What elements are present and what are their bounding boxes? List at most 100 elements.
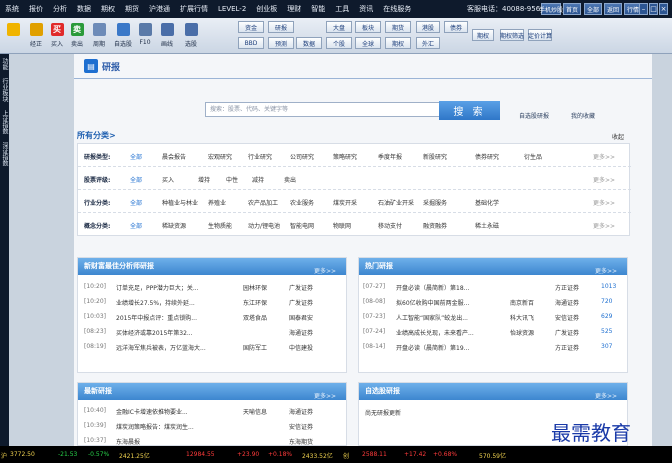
category-option[interactable]: 增持 [198,175,210,184]
category-option[interactable]: 基础化学 [475,198,499,207]
category-option[interactable]: 买入 [162,175,174,184]
category-option[interactable]: 新股研究 [423,152,447,161]
category-option[interactable]: 中性 [226,175,238,184]
maximize-icon[interactable]: □ [649,3,658,15]
toolbar-group-button[interactable]: 资金 [238,21,264,33]
category-option[interactable]: 全部 [130,198,142,207]
more-link[interactable]: 更多>> [595,263,617,280]
menu-item[interactable]: 智能 [306,4,330,14]
table-row[interactable]: [08-08] 拟60亿收购中国前两金服... 南京新百 海通证券 720 [359,296,627,308]
category-option[interactable]: 稀土永磁 [475,221,499,230]
top-button[interactable]: 返回 [604,3,622,15]
category-option[interactable]: 石油矿业开采 [378,198,414,207]
side-tab[interactable]: 功能 [0,58,9,70]
link-watchlist-reports[interactable]: 自选股研报 [519,111,549,120]
menu-item[interactable]: 创业板 [251,4,282,14]
toolbar-group-button[interactable]: 外汇 [416,37,440,49]
menu-item[interactable]: 期货 [120,4,144,14]
toolbar-group-button[interactable]: 预测 [268,37,294,49]
more-link[interactable]: 更多>> [593,221,615,230]
table-row[interactable]: [07-24] 业绩高成长兑现，未来看产... 怡球资源 广发证券 525 [359,326,627,338]
toolbar-watchlist-button[interactable]: 自选股 [113,21,133,51]
search-button[interactable]: 搜 索 [439,101,500,120]
table-row[interactable]: [07-27] 开盘必读（晨简新）第18... 方正证券 1013 [359,281,627,293]
menu-item[interactable]: 报价 [24,4,48,14]
toolbar-group-button[interactable]: 期权 [385,37,411,49]
toolbar-stock-pick-button[interactable]: 选股 [181,21,201,51]
toolbar-group-button[interactable]: 期货 [385,21,411,33]
category-option[interactable]: 债券研究 [475,152,499,161]
category-option[interactable]: 采掘服务 [423,198,447,207]
menu-item[interactable]: 数据 [72,4,96,14]
category-option[interactable]: 煤炭开采 [333,198,357,207]
toolbar-sell-button[interactable]: 卖卖出 [67,21,87,51]
side-tab[interactable]: 深证指数 [0,142,9,166]
menu-item[interactable]: 在线服务 [378,4,416,14]
table-row[interactable]: [07-23] 人工智能“国家队”蛟龙出... 科大讯飞 安信证券 629 [359,311,627,323]
toolbar-f10-button[interactable]: F10 [135,21,155,51]
category-option[interactable]: 动力/锂电池 [248,221,280,230]
side-tab[interactable]: 上证指数 [0,110,9,134]
category-option[interactable]: 全部 [130,175,142,184]
category-option[interactable]: 种植业与林业 [162,198,198,207]
toolbar-group-button[interactable]: 全球 [355,37,381,49]
toolbar-group-button[interactable]: BBD [238,37,264,49]
menu-item[interactable]: 沪港通 [144,4,175,14]
toolbar-draw-line-button[interactable]: 画线 [157,21,177,51]
category-option[interactable]: 季度年报 [378,152,402,161]
link-my-favorites[interactable]: 我的收藏 [571,111,595,120]
category-option[interactable]: 移动支付 [378,221,402,230]
category-option[interactable]: 智能电网 [290,221,314,230]
category-option[interactable]: 减持 [252,175,264,184]
toolbar-group-button[interactable]: 定价计算 [528,29,552,41]
toolbar-group-button[interactable]: 期权 [472,29,494,41]
category-option[interactable]: 全部 [130,221,142,230]
toolbar-group-button[interactable]: 期权筛选 [500,29,524,41]
menu-item[interactable]: LEVEL-2 [213,5,251,13]
menu-item[interactable]: 系统 [0,4,24,14]
more-link[interactable]: 更多>> [593,152,615,161]
menu-item[interactable]: 期权 [96,4,120,14]
toolbar-group-button[interactable]: 研报 [268,21,294,33]
category-option[interactable]: 融资融券 [423,221,447,230]
table-row[interactable]: [08:23] 买体经济或靠2015年第32... 海通证券 [78,326,346,338]
category-option[interactable]: 生物质能 [208,221,232,230]
toolbar-star-button[interactable]: 经正 [26,21,46,51]
category-option[interactable]: 物联网 [333,221,351,230]
toolbar-group-button[interactable]: 港股 [416,21,440,33]
category-option[interactable]: 策略研究 [333,152,357,161]
table-row[interactable]: [10:03] 2015年中报点评：重点锁购... 双塔食品 国泰君安 [78,311,346,323]
category-option[interactable]: 稀缺资源 [162,221,186,230]
toolbar-group-button[interactable]: 数据 [296,37,322,49]
close-icon[interactable]: × [659,3,668,15]
category-option[interactable]: 宏观研究 [208,152,232,161]
table-row[interactable]: [10:39] 煤炭润策略报告：煤炭润生... 安信证券 [78,420,346,432]
side-tab[interactable]: 行业板块 [0,78,9,102]
category-option[interactable]: 公司研究 [290,152,314,161]
menu-item[interactable]: 扩展行情 [175,4,213,14]
category-option[interactable]: 衍生品 [524,152,542,161]
menu-item[interactable]: 工具 [330,4,354,14]
minimize-icon[interactable]: – [639,3,648,15]
menu-item[interactable]: 分析 [48,4,72,14]
table-row[interactable]: [08-14] 开盘必读（晨简新）第19... 方正证券 307 [359,341,627,353]
search-input[interactable]: 搜索：股票、代码、关键字等 [205,102,440,117]
more-link[interactable]: 更多>> [593,198,615,207]
toolbar-group-button[interactable]: 大盘 [326,21,352,33]
more-link[interactable]: 更多>> [314,263,336,280]
toolbar-group-button[interactable]: 个股 [326,37,352,49]
collapse-link[interactable]: 收起 [612,132,624,141]
category-option[interactable]: 晨会报告 [162,152,186,161]
top-button[interactable]: 首页 [563,3,581,15]
table-row[interactable]: [10:40] 金融IC卡增速依推物要业... 天喻信息 海通证券 [78,405,346,417]
menu-item[interactable]: 资讯 [354,4,378,14]
more-link[interactable]: 更多>> [595,388,617,405]
more-link[interactable]: 更多>> [593,175,615,184]
top-button[interactable]: 手机炒股 [539,3,563,15]
category-option[interactable]: 养殖业 [208,198,226,207]
category-option[interactable]: 农业服务 [290,198,314,207]
toolbar-back-arrow-button[interactable] [3,21,23,51]
table-row[interactable]: [10:20] 订单充足，PPP潜力巨大；关... 园林环保 广发证券 [78,281,346,293]
toolbar-buy-button[interactable]: 买买入 [47,21,67,51]
more-link[interactable]: 更多>> [314,388,336,405]
